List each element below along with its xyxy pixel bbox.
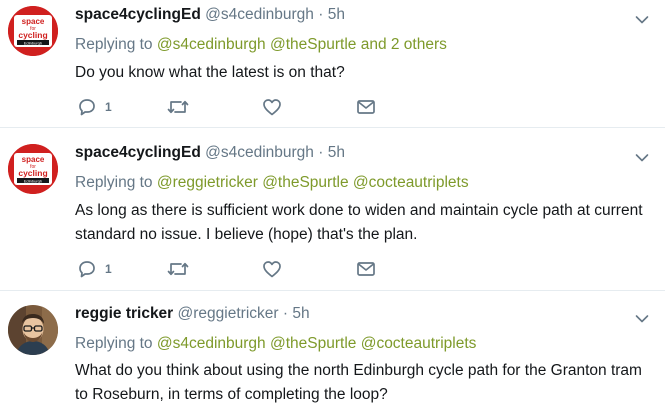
display-name[interactable]: space4cyclingEd <box>75 6 201 23</box>
separator: · <box>318 144 324 161</box>
heart-icon <box>263 99 281 116</box>
mention-link[interactable]: @s4cedinburgh <box>157 335 266 352</box>
mention-link[interactable]: @theSpurtle <box>270 335 356 352</box>
envelope-icon <box>357 100 375 114</box>
reply-icon <box>79 261 95 278</box>
retweet-icon <box>167 100 189 114</box>
display-name[interactable]: reggie tricker <box>75 305 173 322</box>
svg-text:cycling: cycling <box>18 168 47 178</box>
reply-count: 1 <box>105 100 112 114</box>
timestamp[interactable]: 5h <box>292 305 309 322</box>
reply-icon <box>79 99 95 116</box>
chevron-down-icon[interactable] <box>635 150 649 162</box>
mention-link[interactable]: @cocteautriplets <box>353 174 469 191</box>
mention-link[interactable]: @cocteautriplets <box>361 335 477 352</box>
replying-to: Replying to @s4cedinburgh @theSpurtle @c… <box>75 335 477 352</box>
svg-text:space: space <box>22 155 45 164</box>
tweet[interactable]: reggie tricker @reggietricker · 5h Reply… <box>0 291 665 411</box>
retweet-button[interactable] <box>167 98 189 116</box>
replying-to: Replying to @s4cedinburgh @theSpurtle an… <box>75 36 447 53</box>
svg-text:space: space <box>22 17 45 26</box>
tweet[interactable]: space for cycling Edinburgh space4cyclin… <box>0 128 665 285</box>
others-link[interactable]: and 2 others <box>361 36 447 53</box>
direct-message-button[interactable] <box>356 260 376 278</box>
separator: · <box>282 305 289 322</box>
like-button[interactable] <box>262 260 282 278</box>
display-name[interactable]: space4cyclingEd <box>75 144 201 161</box>
reply-button[interactable]: 1 <box>78 260 112 278</box>
chevron-down-icon[interactable] <box>635 311 649 323</box>
avatar[interactable]: space for cycling Edinburgh <box>8 144 58 194</box>
user-handle[interactable]: @s4cedinburgh <box>205 144 314 161</box>
mention-link[interactable]: @theSpurtle <box>270 36 356 53</box>
like-button[interactable] <box>262 98 282 116</box>
tweet-actions: 1 <box>75 260 395 280</box>
reply-button[interactable]: 1 <box>78 98 112 116</box>
reply-count: 1 <box>105 262 112 276</box>
retweet-icon <box>167 262 189 276</box>
envelope-icon <box>357 262 375 276</box>
user-handle[interactable]: @s4cedinburgh <box>205 6 314 23</box>
avatar[interactable] <box>8 305 58 355</box>
svg-text:Edinburgh: Edinburgh <box>24 178 42 183</box>
replying-to: Replying to @reggietricker @theSpurtle @… <box>75 174 469 191</box>
chevron-down-icon[interactable] <box>635 12 649 24</box>
mention-link[interactable]: @s4cedinburgh <box>157 36 266 53</box>
tweet-actions: 1 <box>75 98 395 118</box>
space-for-cycling-logo: space for cycling Edinburgh <box>8 6 58 56</box>
timestamp[interactable]: 5h <box>328 144 345 161</box>
retweet-button[interactable] <box>167 260 189 278</box>
avatar[interactable]: space for cycling Edinburgh <box>8 6 58 56</box>
user-handle[interactable]: @reggietricker <box>178 305 279 322</box>
timestamp[interactable]: 5h <box>328 6 345 23</box>
tweet-text: As long as there is sufficient work done… <box>75 202 643 243</box>
user-photo <box>8 305 58 355</box>
mention-link[interactable]: @theSpurtle <box>262 174 348 191</box>
mention-link[interactable]: @reggietricker <box>157 174 258 191</box>
svg-text:Edinburgh: Edinburgh <box>24 40 42 45</box>
separator: · <box>318 6 324 23</box>
direct-message-button[interactable] <box>356 98 376 116</box>
tweet-text: What do you think about using the north … <box>75 362 642 403</box>
space-for-cycling-logo: space for cycling Edinburgh <box>8 144 58 194</box>
svg-text:cycling: cycling <box>18 30 47 40</box>
tweet[interactable]: space for cycling Edinburgh space4cyclin… <box>0 0 665 127</box>
heart-icon <box>263 261 281 278</box>
tweet-text: Do you know what the latest is on that? <box>75 64 345 81</box>
